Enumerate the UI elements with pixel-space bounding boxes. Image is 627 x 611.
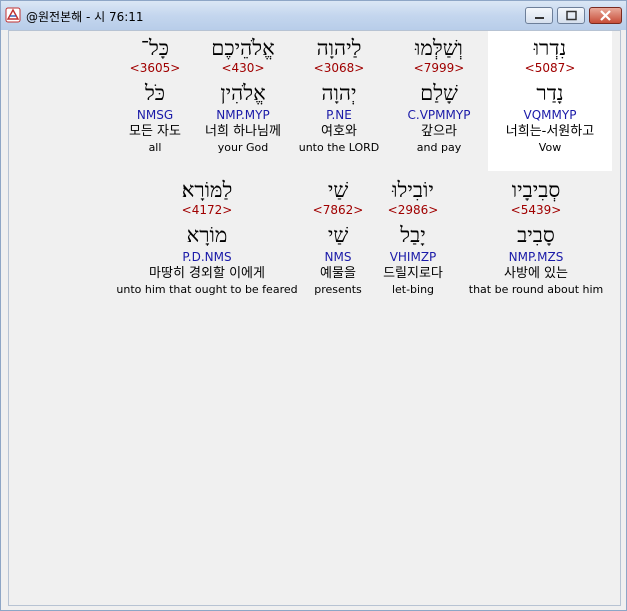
english-gloss: presents — [314, 283, 362, 296]
hebrew-lemma: שָׁלַם — [420, 81, 458, 105]
hebrew-word: נִדְרוּ — [533, 36, 567, 60]
word-card[interactable]: לַיהוָה <3068> יְהוָה P.NE 여호와 unto the … — [291, 35, 387, 155]
hebrew-lemma: שַׁי — [327, 223, 349, 247]
strong-number[interactable]: <3068> — [291, 61, 387, 76]
morphology-code: P.D.NMS — [182, 250, 232, 264]
close-icon — [600, 10, 611, 21]
korean-gloss: 마땅히 경외할 이에게 — [149, 266, 265, 281]
korean-gloss: 여호와 — [321, 124, 357, 139]
word-card[interactable]: כָּל־ <3605> כֹּל NMSG 모든 자도 all — [117, 35, 193, 155]
morphology-code: NMP.MYP — [216, 108, 270, 122]
word-card[interactable]: לַמּוֹרָא׃ <4172> מוֹרָא P.D.NMS 마땅히 경외할… — [109, 177, 305, 297]
hebrew-word: כָּל־ — [140, 36, 170, 60]
hebrew-word: שַׁי — [327, 178, 349, 202]
minimize-icon — [535, 17, 544, 19]
window-title: @원전본해 - 시 76:11 — [26, 10, 144, 24]
hebrew-word: יוֹבִילוּ — [392, 178, 434, 202]
minimize-button[interactable] — [525, 7, 553, 24]
morphology-code: C.VPMMYP — [407, 108, 471, 122]
hebrew-word: אֱלֹהֵיכֶם — [211, 36, 275, 60]
korean-gloss: 갚으라 — [421, 124, 457, 139]
morphology-code: NMSG — [136, 108, 174, 122]
word-card[interactable]: סְבִיבָיו <5439> סָבִיב NMP.MZS 사방에 있는 t… — [461, 177, 611, 297]
strong-number[interactable]: <7862> — [303, 203, 373, 218]
english-gloss: and pay — [416, 141, 462, 154]
title-bar[interactable]: @원전본해 - 시 76:11 — [1, 1, 626, 30]
interlinear-panel: נִדְרוּ <5087> נָדַר VQMMYP 너희는-서원하고 Vow… — [8, 30, 621, 606]
hebrew-word: לַיהוָה — [316, 36, 362, 60]
hebrew-lemma: כֹּל — [144, 81, 166, 105]
word-card[interactable]: נִדְרוּ <5087> נָדַר VQMMYP 너희는-서원하고 Vow — [488, 35, 612, 155]
english-gloss: unto him that ought to be feared — [116, 283, 298, 296]
bible-app-icon — [5, 7, 21, 23]
hebrew-lemma: מוֹרָא — [186, 223, 228, 247]
hebrew-word: וְשַׁלְּמוּ — [415, 36, 463, 60]
app-window: @원전본해 - 시 76:11 נִדְרוּ <5087> נָדַר VQM… — [0, 0, 627, 611]
morphology-code: VHIMZP — [389, 250, 437, 264]
hebrew-lemma: נָדַר — [536, 81, 564, 105]
morphology-code: NMP.MZS — [508, 250, 564, 264]
strong-number[interactable]: <3605> — [117, 61, 193, 76]
korean-gloss: 드릴지로다 — [383, 266, 443, 281]
word-card[interactable]: וְשַׁלְּמוּ <7999> שָׁלַם C.VPMMYP 갚으라 a… — [389, 35, 489, 155]
english-gloss: Vow — [538, 141, 562, 154]
korean-gloss: 너희 하나님께 — [205, 124, 281, 139]
english-gloss: that be round about him — [468, 283, 604, 296]
hebrew-word: לַמּוֹרָא׃ — [181, 178, 233, 202]
strong-number[interactable]: <7999> — [389, 61, 489, 76]
strong-number[interactable]: <5439> — [461, 203, 611, 218]
english-gloss: let-bing — [391, 283, 435, 296]
maximize-icon — [566, 10, 577, 21]
morphology-code: P.NE — [326, 108, 352, 122]
hebrew-lemma: יָבַל — [400, 223, 426, 247]
strong-number[interactable]: <2986> — [371, 203, 455, 218]
strong-number[interactable]: <4172> — [109, 203, 305, 218]
word-card[interactable]: יוֹבִילוּ <2986> יָבַל VHIMZP 드릴지로다 let-… — [371, 177, 455, 297]
morphology-code: NMS — [324, 250, 352, 264]
english-gloss: all — [148, 141, 162, 154]
hebrew-word: סְבִיבָיו — [511, 178, 561, 202]
korean-gloss: 사방에 있는 — [504, 266, 568, 281]
word-card[interactable]: אֱלֹהֵיכֶם <430> אֱלֹהִין NMP.MYP 너희 하나님… — [195, 35, 291, 155]
korean-gloss: 너희는-서원하고 — [505, 124, 595, 139]
english-gloss: your God — [217, 141, 269, 154]
maximize-button[interactable] — [557, 7, 585, 24]
strong-number[interactable]: <5087> — [488, 61, 612, 76]
close-button[interactable] — [589, 7, 622, 24]
korean-gloss: 모든 자도 — [129, 124, 181, 139]
morphology-code: VQMMYP — [523, 108, 577, 122]
hebrew-lemma: אֱלֹהִין — [220, 81, 266, 105]
english-gloss: unto the LORD — [298, 141, 380, 154]
hebrew-lemma: יְהוָה — [321, 81, 357, 105]
word-card[interactable]: שַׁי <7862> שַׁי NMS 예물을 presents — [303, 177, 373, 297]
korean-gloss: 예물을 — [320, 266, 356, 281]
strong-number[interactable]: <430> — [195, 61, 291, 76]
hebrew-lemma: סָבִיב — [517, 223, 555, 247]
